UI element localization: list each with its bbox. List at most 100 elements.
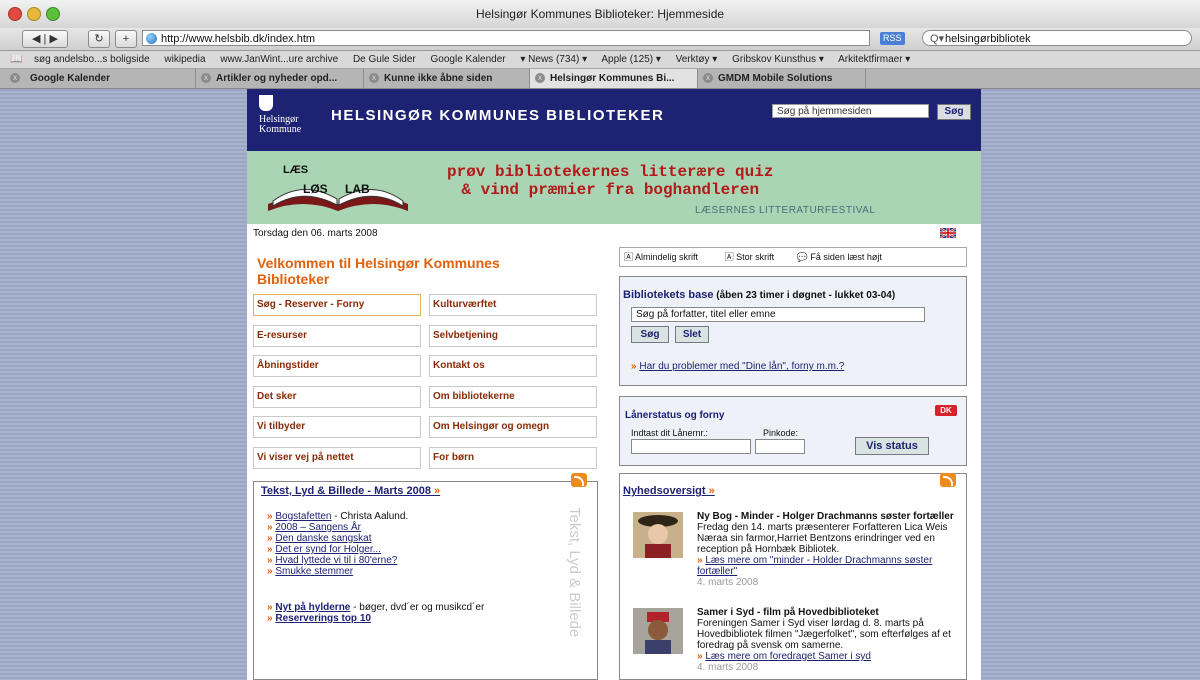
book-icon[interactable]: 📖 [10, 51, 22, 68]
nav-link[interactable]: Det sker [253, 386, 421, 408]
close-tab-icon[interactable]: x [10, 73, 20, 83]
show-status-button[interactable]: Vis status [855, 437, 929, 455]
bookmark-item[interactable]: Apple (125) ▾ [601, 54, 661, 65]
site-header: Helsingør Kommune HELSINGØR KOMMUNES BIB… [247, 89, 981, 151]
banner-subtitle: LÆSERNES LITTERATURFESTIVAL [695, 205, 876, 216]
bookmark-item[interactable]: søg andelsbo...s boligside [34, 54, 150, 65]
nav-link[interactable]: Om bibliotekerne [429, 386, 597, 408]
banner-logo-right: LAB [345, 182, 370, 196]
tab-artikler[interactable]: x Artikler og nyheder opd... [196, 69, 364, 88]
loan-nr-input[interactable] [631, 439, 751, 454]
plus-icon: + [122, 33, 130, 45]
tlb-vertical-text: Tekst, Lyd & Billede [566, 507, 583, 638]
nav-link[interactable]: Åbningstider [253, 355, 421, 377]
catalog-hours: (åben 23 timer i døgnet - lukket 03-04) [716, 290, 896, 301]
list-item: » Det er synd for Holger... [267, 544, 381, 555]
arrow-icon: » [434, 485, 441, 497]
window-title: Helsingør Kommunes Biblioteker: Hjemmesi… [475, 7, 725, 21]
news-item-body: Foreningen Samer i Syd viser lørdag d. 8… [697, 618, 951, 651]
font-large-icon: 🄰 [724, 252, 734, 262]
site-search-input[interactable]: Søg på hjemmesiden [772, 104, 929, 118]
bookmark-item[interactable]: Gribskov Kunsthus ▾ [732, 54, 824, 65]
bookmarks-bar: søg andelsbo...s boligside wikipedia www… [0, 51, 1200, 69]
loan-nr-label: Indtast dit Lånernr.: [631, 428, 709, 438]
list-link[interactable]: Smukke stemmer [275, 566, 353, 577]
nav-link[interactable]: Vi viser vej på nettet [253, 447, 421, 469]
list-link[interactable]: Nyt på hylderne [275, 602, 350, 613]
address-bar[interactable]: http://www.helsbib.dk/index.htm [142, 30, 870, 46]
font-large-link[interactable]: Stor skrift [736, 252, 774, 262]
browser-toolbar: ◀ | ▶ ↻ + http://www.helsbib.dk/index.ht… [0, 28, 1200, 51]
tab-gmdm[interactable]: x GMDM Mobile Solutions [698, 69, 866, 88]
catalog-search-button[interactable]: Søg [631, 326, 669, 343]
bookmark-item[interactable]: ▾ News (734) ▾ [520, 54, 587, 65]
loan-title: Lånerstatus og forny [625, 410, 725, 421]
close-tab-icon[interactable]: x [201, 73, 211, 83]
reload-icon: ↻ [94, 33, 104, 45]
bookmark-item[interactable]: wikipedia [164, 54, 205, 65]
reload-button[interactable]: ↻ [88, 30, 110, 48]
list-link[interactable]: Reserverings top 10 [275, 613, 371, 624]
pin-input[interactable] [755, 439, 805, 454]
catalog-title: Bibliotekets base [623, 289, 714, 301]
quiz-banner[interactable]: LÆS LØS LAB prøv bibliotekernes litterær… [247, 151, 981, 224]
nav-link[interactable]: Selvbetjening [429, 325, 597, 347]
add-bookmark-button[interactable]: + [115, 30, 137, 48]
close-tab-icon[interactable]: x [535, 73, 545, 83]
catalog-search-input[interactable]: Søg på forfatter, titel eller emne [631, 307, 925, 322]
nav-link[interactable]: Vi tilbyder [253, 416, 421, 438]
bookmark-item[interactable]: De Gule Sider [353, 54, 416, 65]
news-heading[interactable]: Nyhedsoversigt » [623, 485, 715, 497]
close-tab-icon[interactable]: x [369, 73, 379, 83]
news-item-title[interactable]: Samer i Syd - film på Hovedbiblioteket [697, 607, 969, 618]
address-bar-url: http://www.helsbib.dk/index.htm [161, 33, 316, 45]
tab-label: Google Kalender [30, 73, 111, 84]
nav-link[interactable]: For børn [429, 447, 597, 469]
catalog-help-link[interactable]: Har du problemer med "Dine lån", forny m… [639, 361, 844, 372]
site-search-button[interactable]: Søg [937, 104, 971, 120]
bookmark-item[interactable]: Verktøy ▾ [676, 54, 718, 65]
tab-helsingor[interactable]: x Helsingør Kommunes Bi... [530, 69, 698, 88]
bookmark-item[interactable]: www.JanWint...ure archive [220, 54, 338, 65]
list-link[interactable]: Det er synd for Holger... [275, 544, 381, 555]
nav-link[interactable]: Kulturværftet [429, 294, 597, 316]
tab-bar: x Google Kalender x Artikler og nyheder op… [0, 69, 1200, 89]
close-tab-icon[interactable]: x [703, 73, 713, 83]
news-item-title[interactable]: Ny Bog - Minder - Holger Drachmanns søst… [697, 511, 969, 522]
site-favicon-icon [146, 33, 157, 44]
bookmark-item[interactable]: Arkitektfirmaer ▾ [838, 54, 910, 65]
nav-link[interactable]: Kontakt os [429, 355, 597, 377]
tab-google-kalender[interactable]: x Google Kalender [0, 69, 196, 88]
list-link[interactable]: Den danske sangskat [275, 533, 371, 544]
banner-line2: & vind præmier fra boghandleren [461, 181, 760, 199]
list-link[interactable]: Hvad lyttede vi til i 80'erne? [275, 555, 397, 566]
list-item: » Nyt på hylderne - bøger, dvd´er og mus… [267, 602, 485, 613]
font-normal-link[interactable]: Almindelig skrift [635, 252, 698, 262]
kommune-logo[interactable]: Helsingør Kommune [259, 95, 301, 135]
tab-label: Artikler og nyheder opd... [216, 73, 338, 84]
tab-kunne-ikke[interactable]: x Kunne ikke åbne siden [364, 69, 530, 88]
rss-feed-icon[interactable] [940, 473, 956, 487]
read-aloud-link[interactable]: Få siden læst højt [810, 252, 882, 262]
tlb-heading[interactable]: Tekst, Lyd & Billede - Marts 2008 » [261, 485, 440, 497]
news-thumbnail[interactable] [633, 608, 683, 654]
loan-pin-label: Pinkode: [763, 428, 799, 438]
nav-link[interactable]: Om Helsingør og omegn [429, 416, 597, 438]
browser-search-field[interactable]: Q▾ helsingørbibliotek [922, 30, 1192, 46]
list-item: » Hvad lyttede vi til i 80'erne? [267, 555, 398, 566]
nav-link[interactable]: E-resurser [253, 325, 421, 347]
news-read-more-link[interactable]: Læs mere om "minder - Holder Drachmanns … [697, 555, 932, 577]
list-link[interactable]: 2008 – Sangens År [275, 522, 361, 533]
catalog-clear-button[interactable]: Slet [675, 326, 709, 343]
rss-feed-icon[interactable] [571, 473, 587, 487]
english-flag-icon[interactable] [939, 227, 957, 239]
back-forward-button[interactable]: ◀ | ▶ [22, 30, 68, 48]
rss-button[interactable]: RSS [880, 32, 905, 45]
font-size-bar: 🄰 Almindelig skrift 🄰 Stor skrift 💬 Få s… [619, 247, 967, 267]
list-link[interactable]: Bogstafetten [275, 511, 331, 522]
nav-link[interactable]: Søg - Reserver - Forny [253, 294, 421, 316]
bookmark-item[interactable]: Google Kalender [431, 54, 506, 65]
news-read-more-link[interactable]: Læs mere om foredraget Samer i syd [705, 651, 871, 662]
news-thumbnail[interactable] [633, 512, 683, 558]
list-item: » Reserverings top 10 [267, 613, 371, 624]
